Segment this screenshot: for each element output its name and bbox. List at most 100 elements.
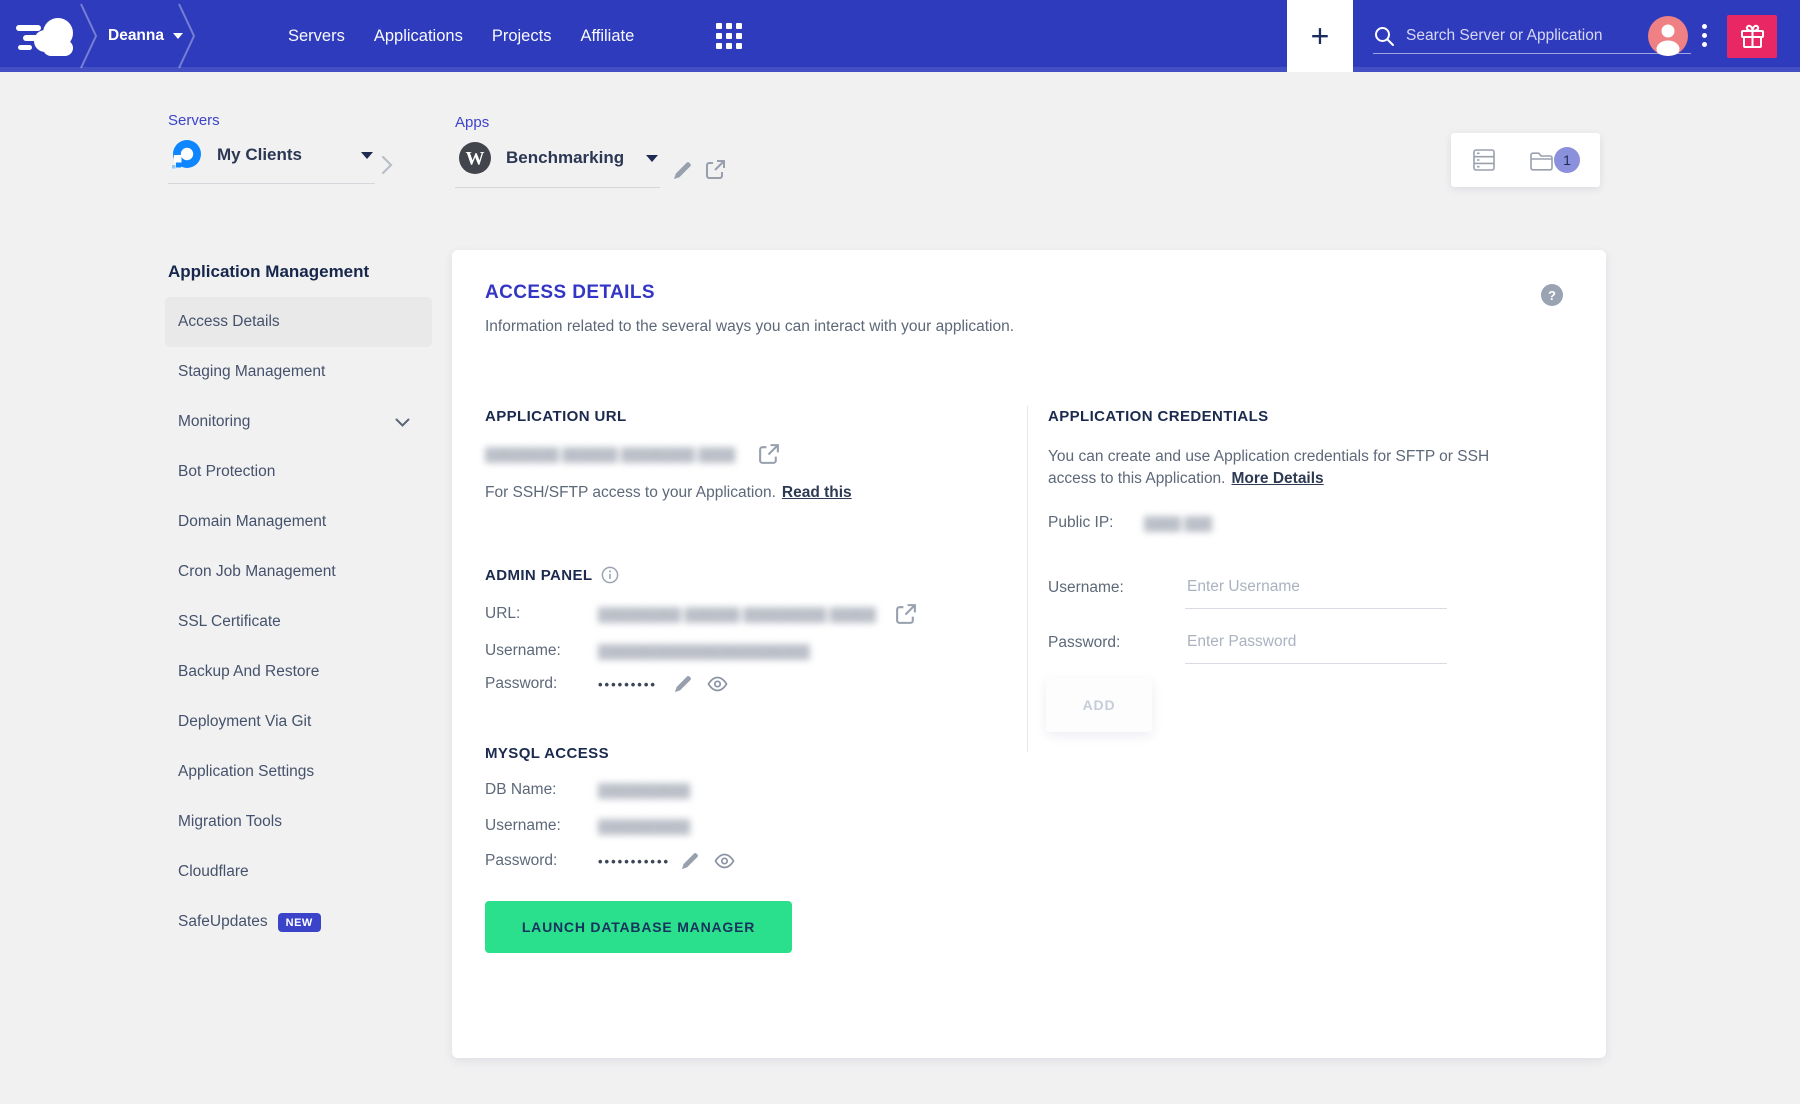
help-icon[interactable]: ? — [1541, 284, 1563, 306]
cloudways-logo-icon[interactable] — [16, 12, 78, 60]
application-url-value-redacted: ████████ ██████ ████████ ████ — [485, 447, 735, 462]
mysql-access-heading: MYSQL ACCESS — [485, 745, 609, 762]
admin-username-value-redacted: ███████████████████████ — [598, 644, 810, 659]
global-search — [1373, 18, 1691, 54]
application-credentials-heading: APPLICATION CREDENTIALS — [1048, 408, 1269, 425]
open-app-external-button[interactable] — [704, 158, 727, 181]
credentials-password-input[interactable] — [1185, 631, 1447, 664]
sidebar-item-cloudflare[interactable]: Cloudflare — [165, 847, 432, 897]
admin-url-value-redacted: █████████ ██████ █████████ █████ — [598, 607, 876, 622]
external-link-icon — [704, 158, 727, 181]
selected-server-name: My Clients — [217, 145, 348, 165]
application-url-row: ████████ ██████ ████████ ████ — [485, 442, 885, 466]
read-this-link[interactable]: Read this — [782, 484, 852, 501]
selected-app-name: Benchmarking — [506, 148, 633, 168]
admin-username-label: Username: — [485, 642, 598, 660]
admin-panel-heading: ADMIN PANEL — [485, 567, 592, 584]
list-view-icon — [1471, 147, 1497, 173]
admin-password-label: Password: — [485, 675, 598, 693]
public-ip-label: Public IP: — [1048, 514, 1144, 532]
mysql-password-label: Password: — [485, 852, 598, 870]
app-dropdown[interactable]: W Benchmarking — [455, 131, 660, 188]
sidebar-item-safeupdates[interactable]: SafeUpdates NEW — [165, 897, 432, 947]
open-application-url-button[interactable] — [757, 442, 781, 466]
add-credentials-button[interactable]: ADD — [1046, 678, 1152, 732]
add-server-button[interactable]: + — [1287, 0, 1353, 72]
servers-crumb-label: Servers — [168, 112, 375, 129]
mysql-password-row: Password: ••••••••••• — [485, 851, 985, 871]
access-details-panel: ACCESS DETAILS ? Information related to … — [452, 250, 1606, 1058]
list-view-button[interactable] — [1471, 147, 1497, 173]
server-selector-block: Servers My Clients — [168, 112, 375, 184]
column-divider — [1027, 406, 1028, 752]
credentials-password-label: Password: — [1048, 631, 1185, 664]
eye-icon — [707, 676, 728, 692]
nav-link-servers[interactable]: Servers — [288, 27, 345, 46]
launch-database-manager-button[interactable]: LAUNCH DATABASE MANAGER — [485, 901, 792, 953]
page-description: Information related to the several ways … — [485, 318, 1014, 336]
caret-down-icon — [646, 155, 658, 162]
pencil-icon — [673, 674, 693, 694]
pencil-icon — [680, 851, 700, 871]
sidebar-item-cron-job-management[interactable]: Cron Job Management — [165, 547, 432, 597]
sidebar-item-ssl-certificate[interactable]: SSL Certificate — [165, 597, 432, 647]
new-badge: NEW — [278, 913, 321, 932]
edit-mysql-password-button[interactable] — [680, 851, 700, 871]
sidebar-item-monitoring[interactable]: Monitoring — [165, 397, 432, 447]
pencil-icon — [672, 160, 693, 181]
rename-app-button[interactable] — [672, 160, 693, 181]
public-ip-value-redacted: ████ ███ — [1144, 516, 1212, 531]
avatar[interactable] — [1648, 16, 1688, 56]
show-mysql-password-button[interactable] — [714, 853, 735, 869]
mysql-dbname-value-redacted: ██████████ — [598, 783, 690, 798]
admin-url-label: URL: — [485, 605, 598, 623]
sidebar-item-application-settings[interactable]: Application Settings — [165, 747, 432, 797]
edit-admin-password-button[interactable] — [673, 674, 693, 694]
svg-text:W: W — [466, 149, 485, 170]
sidebar-item-bot-protection[interactable]: Bot Protection — [165, 447, 432, 497]
sidebar-item-deployment-via-git[interactable]: Deployment Via Git — [165, 697, 432, 747]
external-link-icon — [894, 602, 918, 626]
nav-link-affiliate[interactable]: Affiliate — [580, 27, 634, 46]
apps-crumb-label: Apps — [455, 114, 660, 131]
sidebar-item-migration-tools[interactable]: Migration Tools — [165, 797, 432, 847]
chevron-right-icon — [381, 155, 393, 175]
credentials-username-label: Username: — [1048, 576, 1185, 609]
sidebar-item-staging-management[interactable]: Staging Management — [165, 347, 432, 397]
admin-username-row: Username: ███████████████████████ — [485, 642, 985, 660]
caret-down-icon — [361, 152, 373, 159]
folder-view-icon — [1528, 147, 1555, 174]
credentials-username-input[interactable] — [1185, 576, 1447, 609]
sidebar-heading: Application Management — [168, 262, 369, 282]
account-name: Deanna — [108, 27, 164, 45]
nav-link-projects[interactable]: Projects — [492, 27, 552, 46]
apps-grid-icon[interactable] — [716, 23, 742, 49]
nav-link-applications[interactable]: Applications — [374, 27, 463, 46]
account-dropdown[interactable]: Deanna — [108, 0, 183, 72]
app-window: Deanna Servers Applications Projects Aff… — [0, 0, 1800, 1104]
top-navbar: Deanna Servers Applications Projects Aff… — [0, 0, 1800, 72]
admin-password-mask: ••••••••• — [598, 677, 657, 692]
folder-view-button[interactable] — [1528, 147, 1555, 174]
info-icon[interactable] — [601, 566, 619, 584]
server-dropdown[interactable]: My Clients — [168, 129, 375, 184]
page-title: ACCESS DETAILS — [485, 282, 655, 304]
sidebar-item-access-details[interactable]: Access Details — [165, 297, 432, 347]
public-ip-row: Public IP: ████ ███ — [1048, 514, 1212, 532]
sidebar-menu: Access Details Staging Management Monito… — [165, 297, 432, 947]
gift-rewards-button[interactable] — [1727, 15, 1777, 58]
breadcrumb-chevron-separator-icon — [78, 0, 100, 72]
application-url-heading: APPLICATION URL — [485, 408, 627, 425]
show-admin-password-button[interactable] — [707, 676, 728, 692]
mysql-dbname-row: DB Name: ██████████ — [485, 781, 985, 799]
primary-nav: Servers Applications Projects Affiliate — [288, 0, 634, 72]
chevron-down-icon — [395, 418, 410, 427]
sidebar-item-backup-and-restore[interactable]: Backup And Restore — [165, 647, 432, 697]
kebab-menu-icon[interactable] — [1702, 24, 1707, 51]
wordpress-icon: W — [457, 140, 493, 176]
credentials-username-row: Username: — [1048, 576, 1447, 609]
more-details-link[interactable]: More Details — [1232, 470, 1324, 487]
open-admin-panel-button[interactable] — [894, 602, 918, 626]
mysql-dbname-label: DB Name: — [485, 781, 598, 799]
sidebar-item-domain-management[interactable]: Domain Management — [165, 497, 432, 547]
